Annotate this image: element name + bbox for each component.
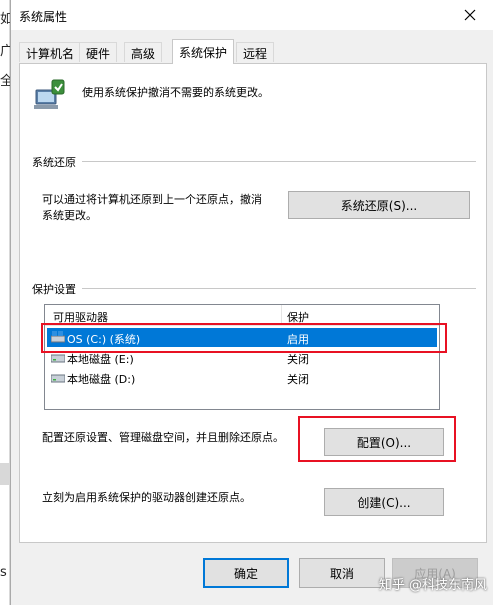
column-protection[interactable]: 保护	[287, 309, 309, 325]
tab-remote[interactable]: 远程	[236, 42, 275, 62]
drive-name: 本地磁盘 (E:)	[67, 353, 134, 366]
intro-text: 使用系统保护撤消不需要的系统更改。	[82, 86, 269, 99]
drive-row-d[interactable]: 本地磁盘 (D:) 关闭	[47, 368, 437, 387]
tab-panel: 使用系统保护撤消不需要的系统更改。 系统还原 可以通过将计算机还原到上一个还原点…	[19, 63, 487, 543]
cancel-button[interactable]: 取消	[299, 558, 385, 588]
system-properties-dialog: 系统属性 计算机名 硬件 高级 系统保护 远程 使用系统保护撤消不需要的系统更改…	[10, 0, 493, 605]
drive-protection-status: 启用	[287, 333, 309, 346]
create-description: 立刻为启用系统保护的驱动器创建还原点。	[42, 491, 251, 504]
column-drive[interactable]: 可用驱动器	[53, 309, 108, 325]
tab-computer-name[interactable]: 计算机名	[19, 42, 82, 62]
watermark: 知乎 @科技东南风	[378, 578, 487, 593]
create-button[interactable]: 创建(C)...	[324, 488, 444, 516]
tab-hardware[interactable]: 硬件	[79, 42, 118, 62]
close-icon	[464, 9, 476, 21]
drive-row-e[interactable]: 本地磁盘 (E:) 关闭	[47, 348, 437, 367]
background-window-edge	[0, 0, 10, 605]
column-separator[interactable]	[281, 305, 282, 326]
drives-list-header: 可用驱动器 保护	[45, 305, 439, 326]
ok-button[interactable]: 确定	[203, 558, 289, 588]
drives-list[interactable]: 可用驱动器 保护 OS (C:) (系统) 启用 本地磁盘 (E:) 关闭 本地…	[44, 304, 440, 410]
restore-description-line2: 系统更改。	[42, 209, 97, 222]
background-gray-block	[0, 463, 10, 485]
drive-icon	[51, 374, 65, 383]
drive-name: 本地磁盘 (D:)	[67, 373, 136, 386]
system-drive-icon	[51, 331, 65, 343]
tab-advanced[interactable]: 高级	[124, 42, 163, 62]
restore-group-line	[32, 161, 476, 162]
configure-description: 配置还原设置、管理磁盘空间，并且删除还原点。	[42, 431, 284, 444]
drive-row-c[interactable]: OS (C:) (系统) 启用	[47, 328, 437, 347]
title-bar[interactable]: 系统属性	[11, 0, 493, 30]
system-restore-button[interactable]: 系统还原(S)...	[288, 191, 470, 219]
drive-protection-status: 关闭	[287, 373, 309, 386]
restore-group-title: 系统还原	[32, 154, 82, 170]
computer-shield-icon	[34, 79, 65, 109]
background-text-4: s	[0, 565, 7, 580]
restore-description-line1: 可以通过将计算机还原到上一个还原点，撤消	[42, 193, 262, 206]
protection-group-title: 保护设置	[32, 281, 82, 297]
drive-protection-status: 关闭	[287, 353, 309, 366]
restore-description: 可以通过将计算机还原到上一个还原点，撤消 系统更改。	[42, 192, 262, 224]
drive-icon	[51, 354, 65, 363]
drive-name: OS (C:) (系统)	[67, 333, 141, 346]
window-title: 系统属性	[19, 10, 68, 24]
configure-button[interactable]: 配置(O)...	[324, 428, 444, 456]
tab-system-protection[interactable]: 系统保护	[172, 39, 235, 64]
close-button[interactable]	[447, 0, 493, 30]
protection-group-line	[32, 288, 476, 289]
